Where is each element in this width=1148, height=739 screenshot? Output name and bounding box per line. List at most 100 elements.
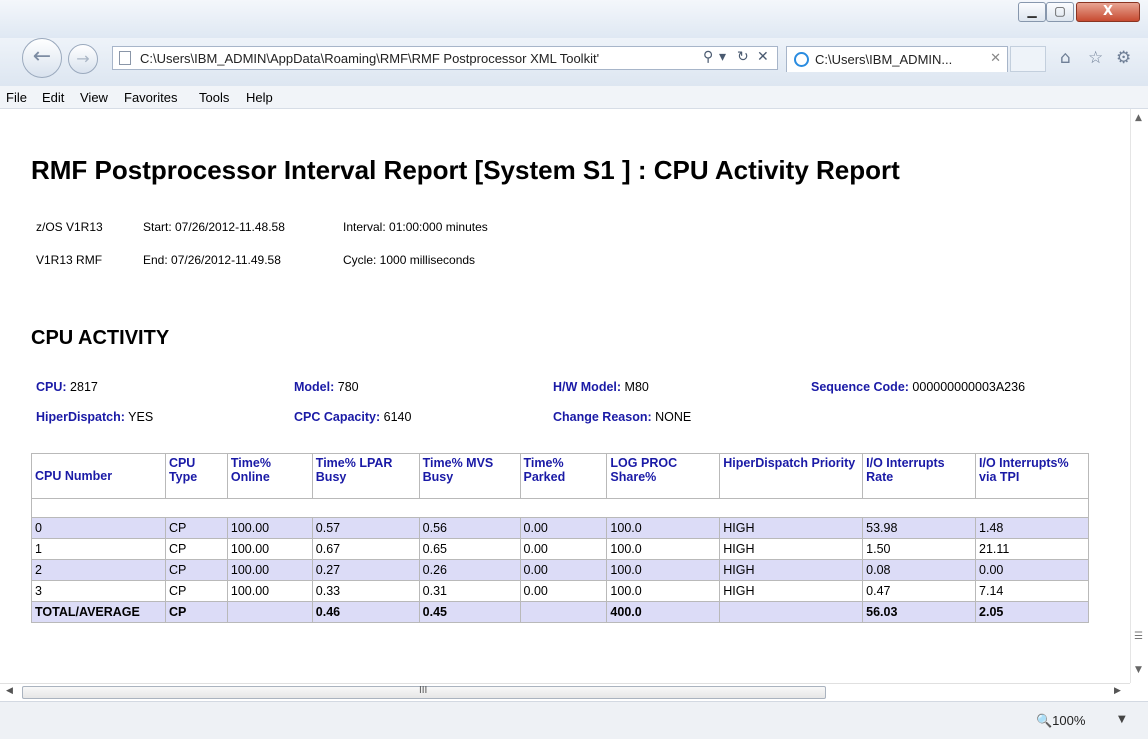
table-cell: 0.00 <box>975 559 1089 581</box>
table-cell: 400.0 <box>606 601 721 623</box>
forward-button[interactable]: → <box>68 44 98 74</box>
tab-title: C:\Users\IBM_ADMIN... <box>815 52 953 67</box>
maximize-icon: ▢ <box>1054 4 1066 18</box>
back-arrow-icon: ← <box>32 44 52 69</box>
table-cell: HIGH <box>719 559 864 581</box>
stop-icon[interactable]: ✕ <box>757 49 769 65</box>
address-bar[interactable]: C:\Users\IBM_ADMIN\AppData\Roaming\RMF\R… <box>112 46 778 70</box>
zoom-dropdown-icon[interactable]: ▼ <box>1118 714 1126 725</box>
cpu-activity-table: CPU Number CPU Type Time% Online Time% L… <box>31 453 1089 623</box>
menu-edit[interactable]: Edit <box>42 90 64 105</box>
zoom-level[interactable]: 🔍100% <box>1036 713 1085 729</box>
field-cpu-label: CPU: <box>36 380 67 394</box>
table-cell: 21.11 <box>975 538 1089 560</box>
scroll-up-icon[interactable]: ▲ <box>1135 113 1142 123</box>
field-change-reason-label: Change Reason: <box>553 410 652 424</box>
table-cell: CP <box>164 559 228 581</box>
scroll-left-icon[interactable]: ◀ <box>6 686 13 696</box>
field-sequence-code-value: 000000000003A236 <box>912 380 1026 394</box>
vertical-scrollbar[interactable]: ▲ ☰ ▼ <box>1130 109 1148 683</box>
minimize-button[interactable]: ▁ <box>1018 2 1046 22</box>
table-cell: 56.03 <box>862 601 977 623</box>
maximize-button[interactable]: ▢ <box>1046 2 1074 22</box>
table-cell: 0.67 <box>311 538 420 560</box>
table-cell <box>719 601 864 623</box>
field-cpu-value: 2817 <box>70 380 98 394</box>
table-cell: 0.00 <box>519 538 608 560</box>
field-hw-model-label: H/W Model: <box>553 380 622 394</box>
scroll-grip-icon[interactable]: ☰ <box>1134 631 1143 642</box>
ie-logo-icon <box>794 52 809 67</box>
table-cell: 100.00 <box>226 559 313 581</box>
table-cell: 0.57 <box>311 517 420 539</box>
page-content: RMF Postprocessor Interval Report [Syste… <box>0 109 1130 683</box>
field-model: Model: 780 <box>294 380 359 394</box>
menu-tools[interactable]: Tools <box>199 90 229 105</box>
table-cell: 2.05 <box>975 601 1089 623</box>
close-icon: X <box>1102 4 1114 19</box>
menu-file[interactable]: File <box>6 90 27 105</box>
column-header: LOG PROC Share% <box>606 453 721 499</box>
interval: Interval: 01:00:000 minutes <box>343 220 488 234</box>
column-header: I/O Interrupts% via TPI <box>975 453 1089 499</box>
table-cell: 0.00 <box>519 580 608 602</box>
table-cell: 0.46 <box>311 601 420 623</box>
table-cell: 0.00 <box>519 517 608 539</box>
refresh-icon[interactable]: ↻ <box>737 49 749 65</box>
table-cell: 100.0 <box>606 580 721 602</box>
field-hiperdispatch: HiperDispatch: YES <box>36 410 153 424</box>
browser-tab[interactable]: C:\Users\IBM_ADMIN... ✕ <box>786 46 1008 72</box>
column-header: Time% Parked <box>519 453 608 499</box>
home-icon[interactable]: ⌂ <box>1060 48 1071 68</box>
scroll-right-icon[interactable]: ▶ <box>1114 686 1121 696</box>
table-total-row: TOTAL/AVERAGE CP 0.46 0.45 400.0 56.03 2.05 <box>31 601 1089 623</box>
table-cell: HIGH <box>719 580 864 602</box>
close-button[interactable]: X <box>1076 2 1140 22</box>
search-icon[interactable]: ⚲ <box>703 49 713 65</box>
table-cell: 100.00 <box>226 538 313 560</box>
favorites-star-icon[interactable]: ☆ <box>1088 48 1103 68</box>
field-cpc-capacity: CPC Capacity: 6140 <box>294 410 411 424</box>
table-cell: 0.33 <box>311 580 420 602</box>
table-cell <box>226 601 313 623</box>
page-title: RMF Postprocessor Interval Report [Syste… <box>31 155 900 185</box>
table-cell: 0.56 <box>418 517 521 539</box>
field-cpc-capacity-value: 6140 <box>383 410 412 424</box>
table-cell: 0.45 <box>418 601 521 623</box>
menu-favorites[interactable]: Favorites <box>124 90 177 105</box>
table-row: 3 CP 100.00 0.33 0.31 0.00 100.0 HIGH 0.47 7.14 <box>31 580 1089 602</box>
status-bar: 🔍100% ▼ <box>0 701 1148 739</box>
table-cell: HIGH <box>719 517 864 539</box>
field-hiperdispatch-label: HiperDispatch: <box>36 410 125 424</box>
field-sequence-code: Sequence Code: 000000000003A236 <box>811 380 1025 394</box>
column-header: Time% Online <box>226 453 313 499</box>
end-time: End: 07/26/2012-11.49.58 <box>143 253 281 267</box>
new-tab-button[interactable] <box>1010 46 1046 72</box>
table-cell: 0 <box>31 517 166 539</box>
scroll-down-icon[interactable]: ▼ <box>1135 665 1142 675</box>
column-header: I/O Interrupts Rate <box>862 453 977 499</box>
spacer-cell <box>31 498 1089 518</box>
column-header: Time% MVS Busy <box>418 453 521 499</box>
table-cell: 0.08 <box>862 559 977 581</box>
table-cell: TOTAL/AVERAGE <box>31 601 166 623</box>
column-header: CPU Type <box>164 453 228 499</box>
menu-help[interactable]: Help <box>246 90 273 105</box>
start-time: Start: 07/26/2012-11.48.58 <box>143 220 285 234</box>
table-cell: 1.50 <box>862 538 977 560</box>
field-cpu: CPU: 2817 <box>36 380 98 394</box>
table-cell: 0.31 <box>418 580 521 602</box>
table-spacer-row <box>31 498 1089 518</box>
menu-view[interactable]: View <box>80 90 108 105</box>
gear-icon[interactable]: ⚙ <box>1116 48 1131 68</box>
scroll-grip-icon: III <box>419 685 428 696</box>
address-url[interactable]: C:\Users\IBM_ADMIN\AppData\Roaming\RMF\R… <box>140 51 680 66</box>
tab-close-icon[interactable]: ✕ <box>990 51 1001 66</box>
table-cell: 100.0 <box>606 559 721 581</box>
table-row: 2 CP 100.00 0.27 0.26 0.00 100.0 HIGH 0.08 0.00 <box>31 559 1089 581</box>
table-cell: 100.0 <box>606 538 721 560</box>
horizontal-scrollbar[interactable]: ◀ III ▶ <box>0 683 1130 701</box>
dropdown-icon[interactable]: ▾ <box>719 49 726 65</box>
back-button[interactable]: ← <box>22 38 62 78</box>
horizontal-scroll-thumb[interactable]: III <box>22 685 826 699</box>
